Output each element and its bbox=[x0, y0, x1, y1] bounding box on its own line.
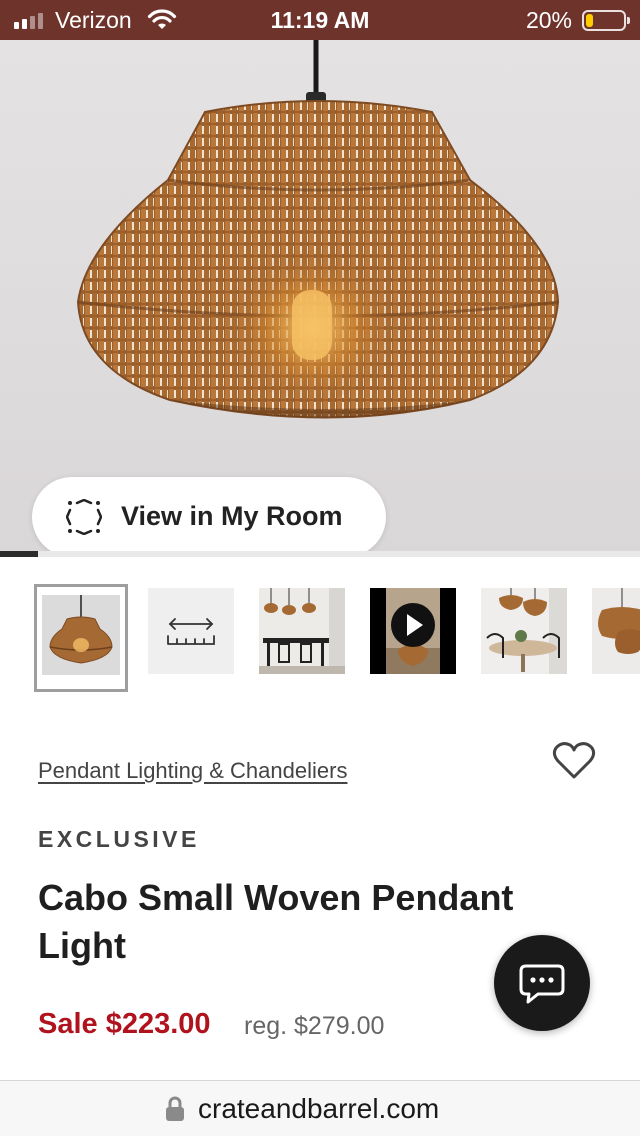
exclusive-badge: EXCLUSIVE bbox=[38, 826, 200, 852]
chat-icon bbox=[519, 964, 565, 1004]
product-hero-image[interactable]: View in My Room bbox=[0, 40, 640, 552]
lock-icon bbox=[165, 1096, 185, 1127]
heart-icon[interactable] bbox=[552, 740, 596, 785]
breadcrumb-category-link[interactable]: Pendant Lighting & Chandeliers bbox=[38, 758, 347, 784]
view-in-my-room-button[interactable]: View in My Room bbox=[32, 477, 386, 552]
thumbnail-strip[interactable] bbox=[0, 584, 640, 694]
woven-pendant-illustration bbox=[76, 40, 560, 419]
battery-percent: 20% bbox=[525, 7, 572, 33]
browser-url-bar[interactable]: crateandbarrel.com bbox=[0, 1080, 640, 1136]
gallery-progress-fill bbox=[0, 551, 39, 557]
thumbnail-pendant-partial[interactable] bbox=[592, 588, 640, 674]
thumbnail-dining-room-pendants[interactable] bbox=[259, 588, 345, 674]
thumbnail-dining-table-pendants[interactable] bbox=[481, 588, 567, 674]
battery-level-fill bbox=[586, 14, 593, 27]
status-bar: Verizon 11:19 AM 20% bbox=[0, 0, 640, 40]
thumbnail-pendant-product[interactable] bbox=[34, 584, 128, 692]
sale-price: Sale $223.00 bbox=[38, 1008, 211, 1040]
chat-button[interactable] bbox=[494, 935, 590, 1031]
url-text[interactable]: crateandbarrel.com bbox=[198, 1093, 439, 1125]
thumbnail-dimensions[interactable] bbox=[148, 588, 234, 674]
dimensions-icon bbox=[167, 618, 215, 645]
gallery-progress-bar bbox=[0, 551, 640, 557]
regular-price: reg. $279.00 bbox=[244, 1012, 385, 1040]
battery-icon bbox=[582, 10, 630, 31]
view-in-my-room-label: View in My Room bbox=[121, 501, 343, 531]
thumbnail-video[interactable] bbox=[370, 588, 456, 674]
